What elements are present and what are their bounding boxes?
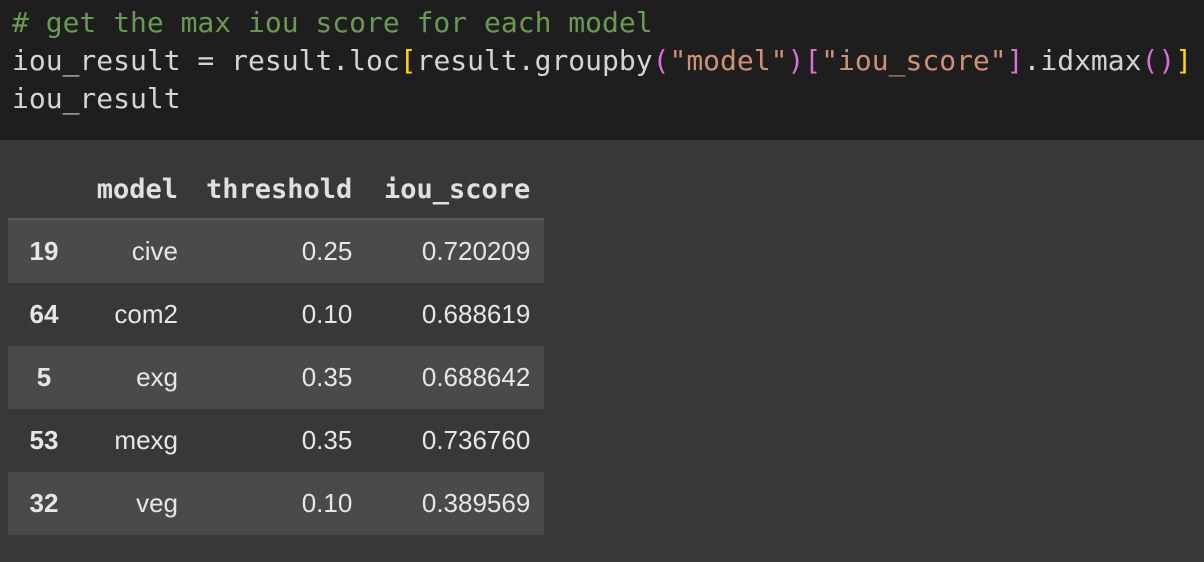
cell-threshold: 0.10: [192, 283, 367, 346]
cell-output: model threshold iou_score 19 cive 0.25 0…: [0, 140, 1204, 562]
code-bracket: (): [1141, 44, 1176, 77]
code-string: "model": [669, 44, 788, 77]
code-bracket: ]: [1175, 44, 1193, 77]
row-index: 32: [8, 472, 80, 535]
code-bracket: ): [787, 44, 805, 77]
cell-model: com2: [80, 283, 192, 346]
table-row: 19 cive 0.25 0.720209: [8, 219, 545, 283]
table-header-row: model threshold iou_score: [8, 160, 545, 220]
cell-threshold: 0.25: [192, 219, 367, 283]
cell-model: mexg: [80, 409, 192, 472]
table-row: 53 mexg 0.35 0.736760: [8, 409, 545, 472]
code-line-output-var: iou_result: [12, 82, 181, 115]
dataframe-table: model threshold iou_score 19 cive 0.25 0…: [8, 160, 545, 535]
code-cell[interactable]: # get the max iou score for each model i…: [0, 0, 1204, 140]
cell-iou-score: 0.688642: [366, 346, 545, 409]
cell-iou-score: 0.720209: [366, 219, 545, 283]
cell-threshold: 0.10: [192, 472, 367, 535]
row-index: 19: [8, 219, 80, 283]
cell-iou-score: 0.736760: [366, 409, 545, 472]
table-row: 5 exg 0.35 0.688642: [8, 346, 545, 409]
code-token: .idxmax: [1023, 44, 1142, 77]
cell-iou-score: 0.688619: [366, 283, 545, 346]
code-token: result.groupby: [416, 44, 653, 77]
code-bracket: ]: [1006, 44, 1024, 77]
code-bracket: [: [399, 44, 417, 77]
cell-model: veg: [80, 472, 192, 535]
code-string: "iou_score": [821, 44, 1007, 77]
cell-iou-score: 0.389569: [366, 472, 545, 535]
code-bracket: (: [652, 44, 670, 77]
index-header: [8, 160, 80, 220]
code-token: iou_result = result.loc: [12, 44, 400, 77]
cell-threshold: 0.35: [192, 346, 367, 409]
table-row: 32 veg 0.10 0.389569: [8, 472, 545, 535]
row-index: 64: [8, 283, 80, 346]
code-comment: # get the max iou score for each model: [12, 6, 653, 39]
row-index: 5: [8, 346, 80, 409]
column-header-threshold: threshold: [192, 160, 367, 220]
table-row: 64 com2 0.10 0.688619: [8, 283, 545, 346]
code-line-assignment: iou_result = result.loc[result.groupby("…: [12, 42, 1204, 80]
code-bracket: [: [804, 44, 822, 77]
cell-model: exg: [80, 346, 192, 409]
row-index: 53: [8, 409, 80, 472]
cell-threshold: 0.35: [192, 409, 367, 472]
cell-model: cive: [80, 219, 192, 283]
column-header-iou-score: iou_score: [366, 160, 545, 220]
column-header-model: model: [80, 160, 192, 220]
